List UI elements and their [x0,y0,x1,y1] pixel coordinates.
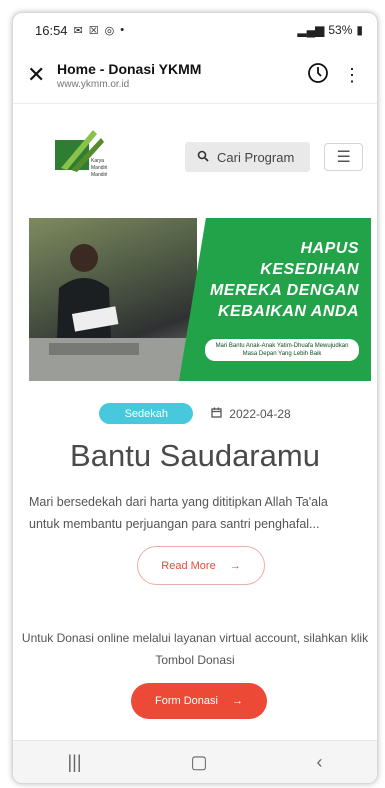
form-donasi-button[interactable]: Form Donasi → [131,683,267,719]
read-more-label: Read More [161,559,216,572]
battery-icon: ▮ [356,23,363,37]
whatsapp-icon: ◎ [104,24,115,37]
banner-subtext: Mari Bantu Anak-Anak Yatim-Dhuafa Mewuju… [205,339,359,361]
browser-title-block[interactable]: Home - Donasi YKMM www.ykmm.or.id [57,61,301,90]
arrow-right-icon: → [231,695,243,707]
back-icon[interactable]: ‹ [317,752,323,773]
url-text: www.ykmm.or.id [57,78,130,90]
search-placeholder: Cari Program [217,149,295,165]
recent-apps-icon[interactable]: ||| [67,752,81,773]
form-donasi-label: Form Donasi [155,695,218,707]
banner-photo [29,218,197,381]
svg-text:Karya: Karya [91,158,104,164]
read-more-button[interactable]: Read More → [137,546,265,585]
svg-text:Mandiri: Mandiri [91,165,107,171]
headline-line-1: HAPUS [300,240,359,257]
post-date: 2022-04-28 [211,406,291,421]
headline-line-4: KEBAIKAN ANDA [217,303,359,320]
status-bar: 16:54 ✉ ☒ ◎ • ▂▄▆ 53% ▮ [13,13,377,47]
search-icon [197,150,209,165]
svg-text:Mandiri: Mandiri [91,172,107,178]
post-excerpt: Mari bersedekah dari harta yang dititipk… [29,495,328,531]
ykmm-logo[interactable]: Karya Mandiri Mandiri [51,120,125,194]
hero-banner[interactable]: HAPUS KESEDIHAN MEREKA DENGAN KEBAIKAN A… [29,218,371,381]
date-text: 2022-04-28 [229,406,291,421]
donation-info-text: Untuk Donasi online melalui layanan virt… [21,631,369,667]
search-input[interactable]: Cari Program [185,142,311,172]
page-title: Home - Donasi YKMM [57,60,202,77]
notification-icon: ☒ [88,24,99,37]
home-icon[interactable]: ▢ [191,752,208,773]
site-header: Karya Mandiri Mandiri Cari Program ☰ [13,104,377,210]
menu-icon: ☰ [336,149,351,166]
timer-icon[interactable] [301,62,335,89]
category-tag[interactable]: Sedekah [99,403,194,424]
post-title[interactable]: Bantu Saudaramu [13,438,377,474]
close-icon[interactable]: ✕ [27,62,57,88]
arrow-right-icon: → [229,559,241,572]
signal-icon: ▂▄▆ [297,23,325,37]
browser-toolbar: ✕ Home - Donasi YKMM www.ykmm.or.id ⋮ [13,47,377,104]
battery-percent: 53% [328,23,353,37]
message-icon: ✉ [73,24,83,37]
headline-line-3: MEREKA DENGAN [209,282,359,299]
banner-headline: HAPUS KESEDIHAN MEREKA DENGAN KEBAIKAN A… [210,238,359,322]
status-time: 16:54 [35,22,68,38]
calendar-icon [211,407,222,421]
post-meta: Sedekah 2022-04-28 [13,403,377,424]
hamburger-menu-button[interactable]: ☰ [324,143,363,171]
dot-icon: • [120,24,125,36]
android-nav-bar: ||| ▢ ‹ [13,740,377,783]
headline-line-2: KESEDIHAN [260,261,359,278]
more-options-icon[interactable]: ⋮ [335,65,369,86]
phone-frame: 16:54 ✉ ☒ ◎ • ▂▄▆ 53% ▮ ✕ Home - Donasi … [12,12,378,784]
